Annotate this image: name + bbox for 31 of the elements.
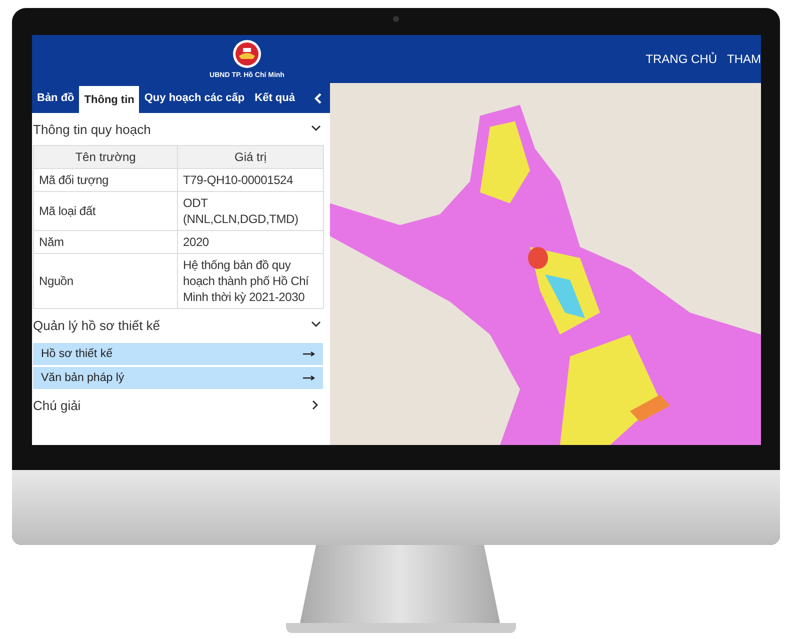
table-cell: T79-QH10-00001524 xyxy=(178,168,324,192)
column-header: Tên trường xyxy=(34,146,178,168)
table-cell: Năm xyxy=(34,230,178,254)
tab[interactable]: Quy hoạch các cấp xyxy=(139,83,250,113)
table-cell: Nguồn xyxy=(34,254,178,308)
chevron-down-icon[interactable] xyxy=(311,124,321,134)
arrow-right-icon xyxy=(303,375,315,381)
chevron-left-icon xyxy=(314,92,322,104)
emblem-icon xyxy=(232,39,262,69)
tab[interactable]: Bản đồ xyxy=(32,83,80,113)
section-title: Quản lý hồ sơ thiết kế xyxy=(33,318,160,332)
table-cell: 2020 xyxy=(178,230,324,254)
link-label: Hồ sơ thiết kế xyxy=(41,348,112,360)
table-cell: ODT (NNL,CLN,DGD,TMD) xyxy=(178,192,324,230)
nav-link[interactable]: THAM xyxy=(727,52,761,66)
chevron-down-icon[interactable] xyxy=(311,320,321,330)
chevron-right-icon[interactable] xyxy=(311,400,321,410)
link-row[interactable]: Văn bản pháp lý xyxy=(33,367,323,389)
link-row[interactable]: Hồ sơ thiết kế xyxy=(33,343,323,365)
table-cell: Mã loại đất xyxy=(34,192,178,230)
tab[interactable]: Kết quả xyxy=(250,83,300,113)
section-title: Chú giải xyxy=(33,398,81,412)
tab[interactable]: Thông tin xyxy=(79,86,140,113)
section-title: Thông tin quy hoạch xyxy=(33,122,151,136)
webcam-icon xyxy=(393,16,399,22)
column-header: Giá trị xyxy=(178,146,324,168)
table-cell: Mã đối tượng xyxy=(34,168,178,192)
arrow-right-icon xyxy=(303,351,315,357)
link-label: Văn bản pháp lý xyxy=(41,372,124,384)
table-cell: Hệ thống bản đồ quy hoạch thành phố Hồ Chí Minh thời kỳ 2021-2030 xyxy=(178,254,324,308)
nav-link[interactable]: TRANG CHỦ xyxy=(646,52,717,66)
